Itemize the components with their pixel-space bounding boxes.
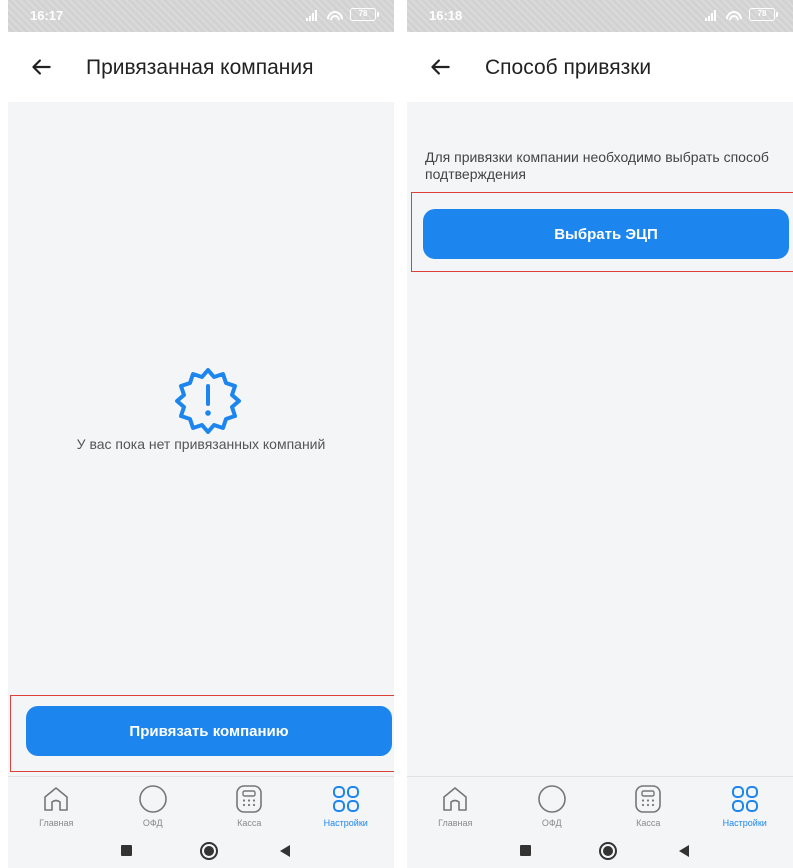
home-icon (44, 787, 69, 811)
wifi-icon (327, 8, 343, 21)
choose-eds-button[interactable]: Выбрать ЭЦП (423, 209, 789, 259)
calculator-icon (236, 785, 263, 813)
hint-text: Для привязки компании необходимо выбрать… (425, 149, 769, 182)
status-bar: 16:17 78 (8, 0, 394, 32)
nav-item-ofd[interactable]: ОФД (504, 777, 601, 832)
nav-label: Касса (237, 818, 262, 828)
app-bar: Способ привязки (407, 32, 793, 102)
linked-company-screen: 16:17 78 Привязанная компания У вас пока… (8, 0, 394, 868)
bottom-nav: Главная ОФД Касса Настройки (407, 776, 793, 832)
nav-item-home[interactable]: Главная (407, 777, 504, 832)
calculator-icon (635, 785, 662, 813)
wifi-icon (726, 8, 742, 21)
warning-badge-icon (175, 368, 241, 434)
nav-label: Настройки (323, 818, 368, 828)
arrow-left-icon[interactable] (427, 54, 453, 80)
bottom-nav: Главная ОФД Касса Настройки (8, 776, 394, 832)
circle-icon (537, 785, 566, 813)
nav-item-settings[interactable]: Настройки (697, 777, 793, 832)
nav-item-ofd[interactable]: ОФД (105, 777, 202, 832)
main-content: У вас пока нет привязанных компаний Прив… (8, 102, 394, 776)
nav-label: ОФД (541, 818, 562, 828)
recents-icon[interactable] (520, 845, 531, 856)
main-content: Для привязки компании необходимо выбрать… (407, 102, 793, 776)
grid-icon (731, 786, 758, 812)
link-company-button[interactable]: Привязать компанию (26, 706, 392, 756)
battery-icon: 78 (749, 8, 778, 21)
status-bar: 16:18 78 (407, 0, 793, 32)
arrow-left-icon[interactable] (28, 54, 54, 80)
signal-icon (306, 9, 320, 21)
home-button-icon[interactable] (599, 842, 617, 860)
empty-state-text: У вас пока нет привязанных компаний (76, 436, 326, 452)
system-back-icon[interactable] (679, 845, 689, 857)
circle-icon (138, 785, 167, 813)
nav-item-home[interactable]: Главная (8, 777, 105, 832)
system-back-icon[interactable] (280, 845, 290, 857)
nav-label: Главная (438, 818, 473, 828)
app-bar: Привязанная компания (8, 32, 394, 102)
system-nav-bar (407, 832, 793, 868)
battery-icon: 78 (350, 8, 379, 21)
nav-item-settings[interactable]: Настройки (298, 777, 395, 832)
nav-label: Касса (636, 818, 661, 828)
status-time: 16:18 (429, 8, 463, 23)
nav-item-kassa[interactable]: Касса (600, 777, 697, 832)
link-method-screen: 16:18 78 Способ привязки Для привязки ко… (407, 0, 793, 868)
signal-icon (705, 9, 719, 21)
system-nav-bar (8, 832, 394, 868)
grid-icon (332, 786, 359, 812)
page-title: Привязанная компания (86, 56, 314, 79)
nav-label: Главная (39, 818, 74, 828)
home-button-icon[interactable] (200, 842, 218, 860)
nav-label: Настройки (722, 818, 767, 828)
page-title: Способ привязки (485, 56, 652, 79)
home-icon (443, 787, 468, 811)
nav-item-kassa[interactable]: Касса (201, 777, 298, 832)
nav-label: ОФД (142, 818, 163, 828)
status-time: 16:17 (30, 8, 64, 23)
recents-icon[interactable] (121, 845, 132, 856)
